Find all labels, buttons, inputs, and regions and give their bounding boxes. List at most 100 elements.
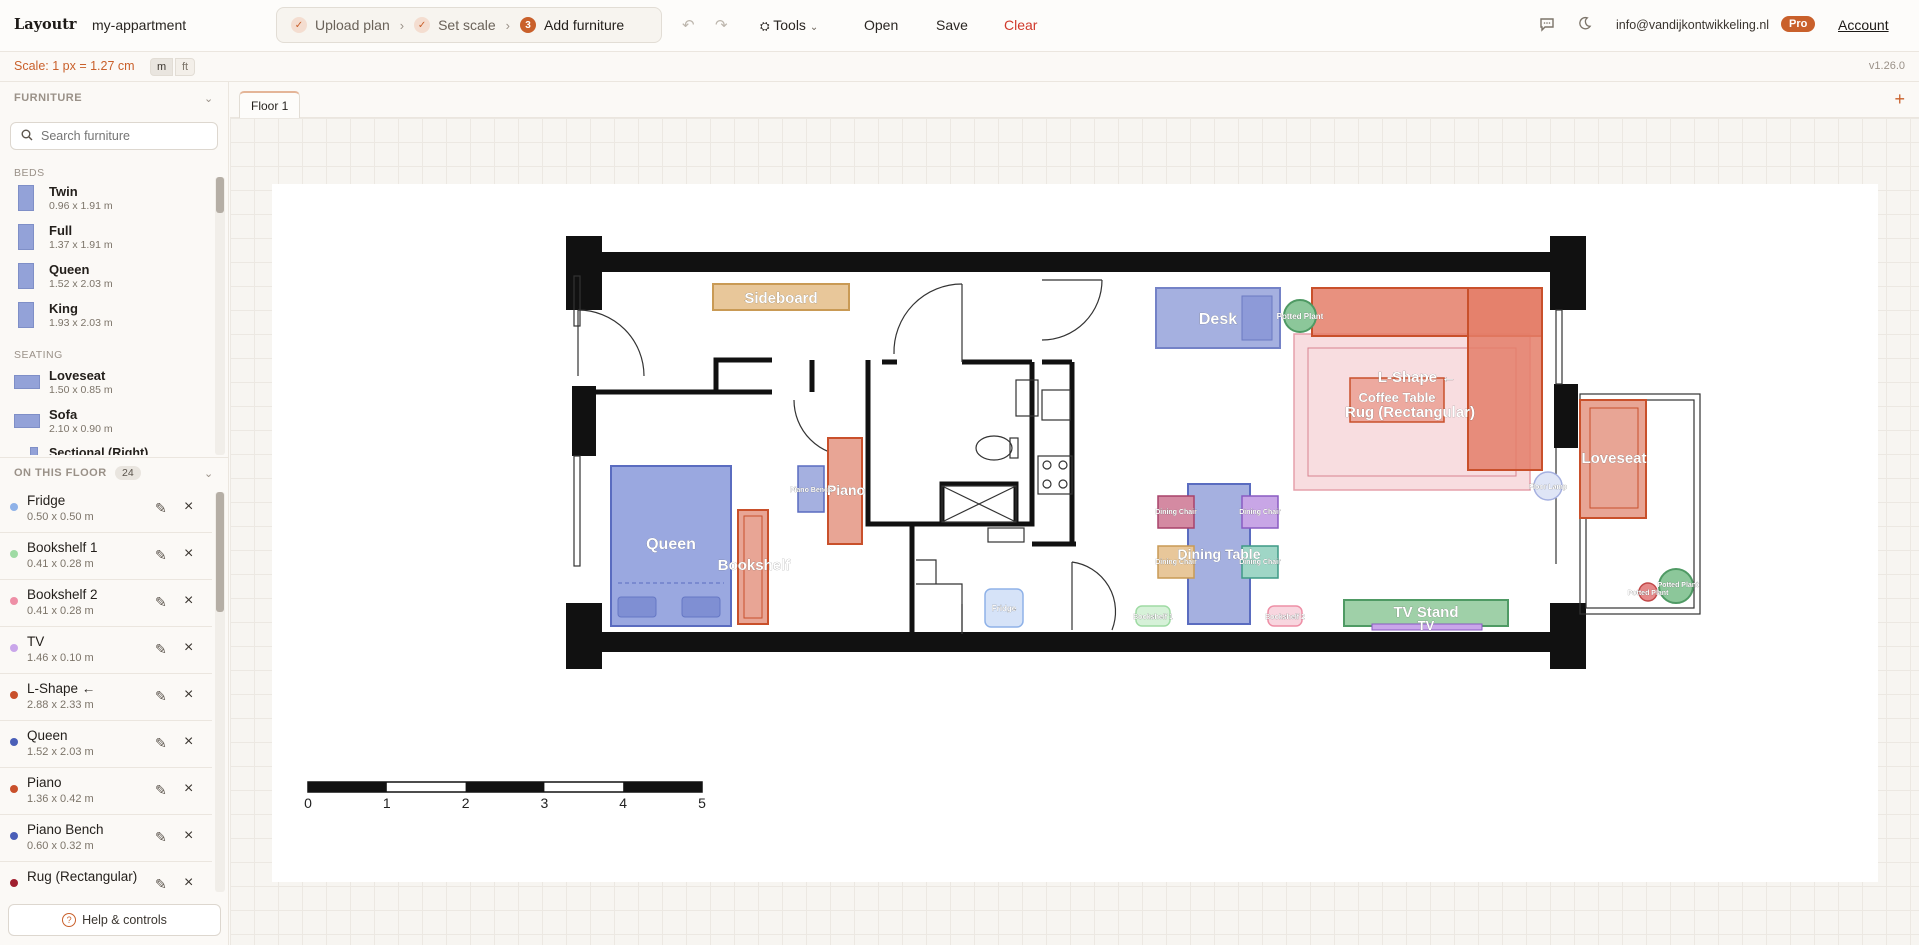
floor-item-list: Fridge 0.50 x 0.50 m ✎ × Bookshelf 1 0.4…: [0, 486, 212, 892]
catalog-item-queen[interactable]: Queen 1.52 x 2.03 m: [14, 259, 210, 297]
tab-floor-1[interactable]: Floor 1: [239, 91, 301, 119]
app-version: v1.26.0: [1868, 60, 1905, 72]
scale-tick: 5: [698, 795, 706, 811]
bed-icon: [18, 263, 34, 289]
close-icon[interactable]: ×: [184, 592, 193, 610]
chevron-down-icon: ⌄: [809, 22, 819, 33]
catalog-item-sofa[interactable]: Sofa 2.10 x 0.90 m: [14, 404, 210, 442]
label-coffee-table: Coffee Table: [1358, 390, 1435, 405]
catalog-item-loveseat[interactable]: Loveseat 1.50 x 0.85 m: [14, 365, 210, 403]
list-item[interactable]: Rug (Rectangular) ✎ ×: [0, 862, 212, 892]
scale-tick: 0: [304, 795, 312, 811]
wizard-steps: ✓ Upload plan › ✓ Set scale › 3 Add furn…: [276, 7, 662, 43]
sofa-icon: [30, 447, 38, 455]
pencil-icon[interactable]: ✎: [155, 876, 167, 892]
color-dot: [10, 785, 18, 793]
account-link[interactable]: Account: [1838, 17, 1889, 33]
close-icon[interactable]: ×: [184, 686, 193, 704]
moon-icon[interactable]: [1577, 16, 1592, 35]
clear-button[interactable]: Clear: [1004, 17, 1037, 33]
pencil-icon[interactable]: ✎: [155, 594, 167, 611]
color-dot: [10, 879, 18, 887]
unit-meters-toggle[interactable]: m: [150, 58, 174, 76]
list-item[interactable]: Bookshelf 2 0.41 x 0.28 m ✎ ×: [0, 580, 212, 627]
save-button[interactable]: Save: [936, 17, 968, 33]
list-item[interactable]: Queen 1.52 x 2.03 m ✎ ×: [0, 721, 212, 768]
scroll-thumb[interactable]: [216, 177, 224, 213]
label-bookshelf-2: Bookshelf 2: [1265, 614, 1305, 621]
scale-bar: Scale: 1 px = 1.27 cm m ft v1.26.0: [0, 52, 1919, 82]
unit-feet-toggle[interactable]: ft: [175, 58, 196, 76]
list-item[interactable]: Fridge 0.50 x 0.50 m ✎ ×: [0, 486, 212, 533]
sofa-icon: [14, 414, 40, 428]
label-loveseat: Loveseat: [1581, 450, 1646, 467]
close-icon[interactable]: ×: [184, 874, 193, 892]
pencil-icon[interactable]: ✎: [155, 547, 167, 564]
pencil-icon[interactable]: ✎: [155, 829, 167, 846]
label-tv: TV: [1418, 618, 1435, 633]
step-label: Set scale: [438, 17, 496, 33]
category-header: SEATING: [14, 349, 63, 361]
label-dining-chair-3: Dining Chair: [1155, 559, 1197, 566]
floor-list-scrollbar[interactable]: [215, 492, 225, 892]
color-dot: [10, 832, 18, 840]
close-icon[interactable]: ×: [184, 733, 193, 751]
project-name[interactable]: my-appartment: [92, 17, 186, 33]
list-item[interactable]: Piano 1.36 x 0.42 m ✎ ×: [0, 768, 212, 815]
pencil-icon[interactable]: ✎: [155, 500, 167, 517]
floor-tabs: Floor 1 +: [230, 82, 1919, 119]
step-upload-plan[interactable]: ✓ Upload plan: [291, 17, 390, 33]
bed-icon: [18, 224, 34, 250]
chevron-down-icon[interactable]: ⌄: [204, 92, 213, 105]
search-input[interactable]: [41, 129, 211, 143]
list-item[interactable]: TV 1.46 x 0.10 m ✎ ×: [0, 627, 212, 674]
catalog-item-full[interactable]: Full 1.37 x 1.91 m: [14, 220, 210, 258]
close-icon[interactable]: ×: [184, 545, 193, 563]
help-icon: ?: [62, 913, 77, 927]
label-piano-bench: Piano Bench: [790, 487, 832, 494]
catalog-item-king[interactable]: King 1.93 x 2.03 m: [14, 298, 210, 336]
label-potted-plant-3: Potted Plant: [1658, 582, 1700, 589]
undo-icon[interactable]: ↶: [682, 16, 695, 34]
on-this-floor-header[interactable]: ON THIS FLOOR 24 ⌄: [0, 457, 229, 485]
plan-scale-bar: 0 1 2 3 4 5: [304, 781, 706, 811]
open-button[interactable]: Open: [864, 17, 898, 33]
furniture-section-header[interactable]: FURNITURE: [14, 92, 82, 104]
step-set-scale[interactable]: ✓ Set scale: [414, 17, 496, 33]
close-icon[interactable]: ×: [184, 498, 193, 516]
app-logo[interactable]: Layoutr: [14, 16, 77, 33]
bed-icon: [18, 185, 34, 211]
label-piano: Piano: [827, 482, 865, 498]
item-count-badge: 24: [115, 466, 141, 480]
list-item[interactable]: Piano Bench 0.60 x 0.32 m ✎ ×: [0, 815, 212, 862]
catalog-scrollbar[interactable]: [215, 177, 225, 455]
chevron-down-icon[interactable]: ⌄: [204, 467, 213, 480]
close-icon[interactable]: ×: [184, 827, 193, 845]
close-icon[interactable]: ×: [184, 639, 193, 657]
close-icon[interactable]: ×: [184, 780, 193, 798]
catalog-item-twin[interactable]: Twin 0.96 x 1.91 m: [14, 181, 210, 219]
add-floor-icon[interactable]: +: [1894, 89, 1905, 110]
step-add-furniture[interactable]: 3 Add furniture: [520, 17, 624, 33]
list-item[interactable]: Bookshelf 1 0.41 x 0.28 m ✎ ×: [0, 533, 212, 580]
label-floor-lamp: Floor Lamp: [1529, 484, 1567, 491]
pencil-icon[interactable]: ✎: [155, 641, 167, 658]
check-icon: ✓: [414, 17, 431, 33]
color-dot: [10, 691, 18, 699]
check-icon: ✓: [291, 17, 307, 33]
catalog-item-sectional-right[interactable]: Sectional (Right): [14, 443, 210, 455]
pencil-icon[interactable]: ✎: [155, 688, 167, 705]
step-label: Add furniture: [544, 17, 625, 33]
search-icon: [21, 129, 33, 144]
pencil-icon[interactable]: ✎: [155, 735, 167, 752]
pencil-icon[interactable]: ✎: [155, 782, 167, 799]
furniture-catalog: BEDS Twin 0.96 x 1.91 m Full 1.37 x 1.91…: [0, 160, 212, 455]
tools-menu-button[interactable]: ⛭ Tools ⌄: [760, 17, 818, 34]
redo-icon[interactable]: ↷: [715, 16, 728, 34]
list-item[interactable]: L-Shape ← 2.88 x 2.33 m ✎ ×: [0, 674, 212, 721]
help-controls-button[interactable]: ? Help & controls: [8, 904, 221, 936]
scroll-thumb[interactable]: [216, 492, 224, 612]
furniture-search: [10, 122, 218, 150]
label-queen: Queen: [646, 536, 696, 553]
chat-icon[interactable]: [1539, 16, 1555, 36]
